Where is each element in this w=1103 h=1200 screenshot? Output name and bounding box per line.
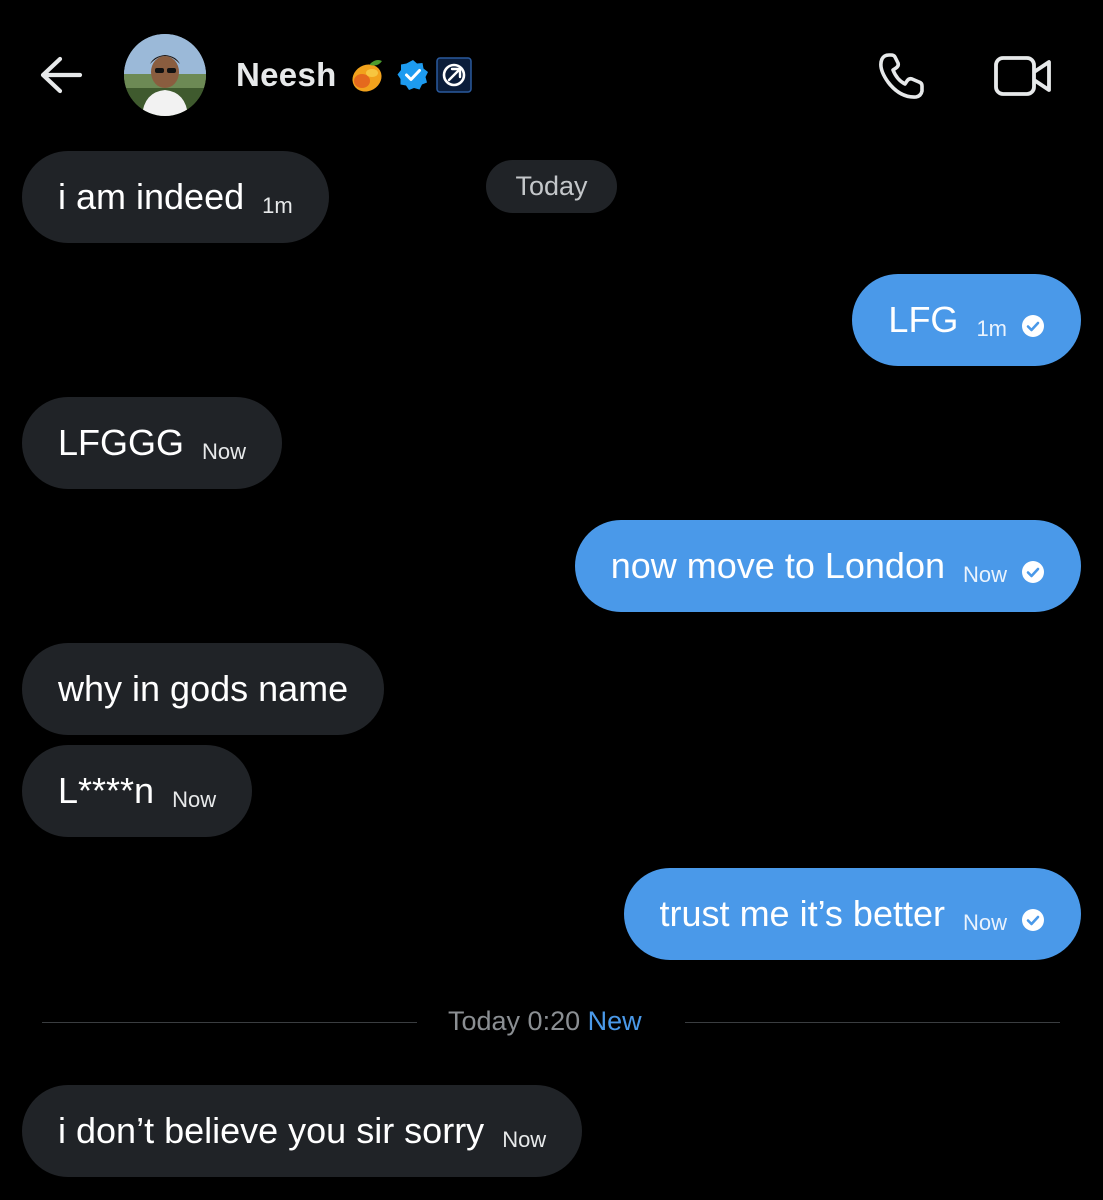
divider-line-left [42,1022,417,1023]
message-bubble-incoming[interactable]: i am indeed 1m [22,151,329,243]
message-bubble-outgoing[interactable]: LFG 1m [852,274,1081,366]
new-messages-divider: Today 0:20 New [448,1006,642,1037]
message-bubble-incoming[interactable]: why in gods name [22,643,385,735]
video-call-button[interactable] [992,52,1054,100]
read-receipt-icon [1022,909,1044,931]
video-call-icon [994,56,1051,96]
avatar[interactable] [124,34,206,116]
read-receipt-icon [1022,561,1044,583]
back-button[interactable] [34,52,88,98]
message-bubble-incoming[interactable]: L****n Now [22,745,253,837]
affiliate-icon[interactable] [436,57,472,93]
verified-icon [396,58,430,92]
message-time: 1m [976,316,1007,341]
message-text: i am indeed [58,176,245,217]
new-label: New [587,1006,642,1036]
date-pill: Today [486,160,617,213]
contact-name[interactable]: Neesh [236,55,337,95]
message-time: Now [202,439,247,464]
phone-call-button[interactable] [874,50,932,102]
message-bubble-incoming[interactable]: i don’t believe you sir sorry Now [22,1085,583,1177]
message-time: Now [962,562,1007,587]
message-text: LFGGG [58,422,185,463]
message-text: why in gods name [58,668,349,709]
message-text: L****n [58,770,155,811]
message-bubble-outgoing[interactable]: trust me it’s better Now [623,868,1081,960]
message-text: i don’t believe you sir sorry [58,1110,485,1151]
divider-line-right [685,1022,1060,1023]
avatar-photo [124,34,206,116]
phone-icon [879,53,924,99]
message-time: Now [172,787,217,812]
arrow-left-icon [40,56,83,94]
message-text: LFG [888,299,959,340]
message-time: 1m [262,193,293,218]
message-bubble-outgoing[interactable]: now move to London Now [574,520,1081,612]
message-bubble-incoming[interactable]: LFGGG Now [22,397,283,489]
message-time: Now [502,1127,547,1152]
mango-icon [346,55,386,95]
divider-timestamp: Today 0:20 [448,1006,581,1036]
read-receipt-icon [1022,315,1044,337]
message-text: trust me it’s better [659,893,945,934]
message-text: now move to London [610,545,945,586]
message-time: Now [962,910,1007,935]
